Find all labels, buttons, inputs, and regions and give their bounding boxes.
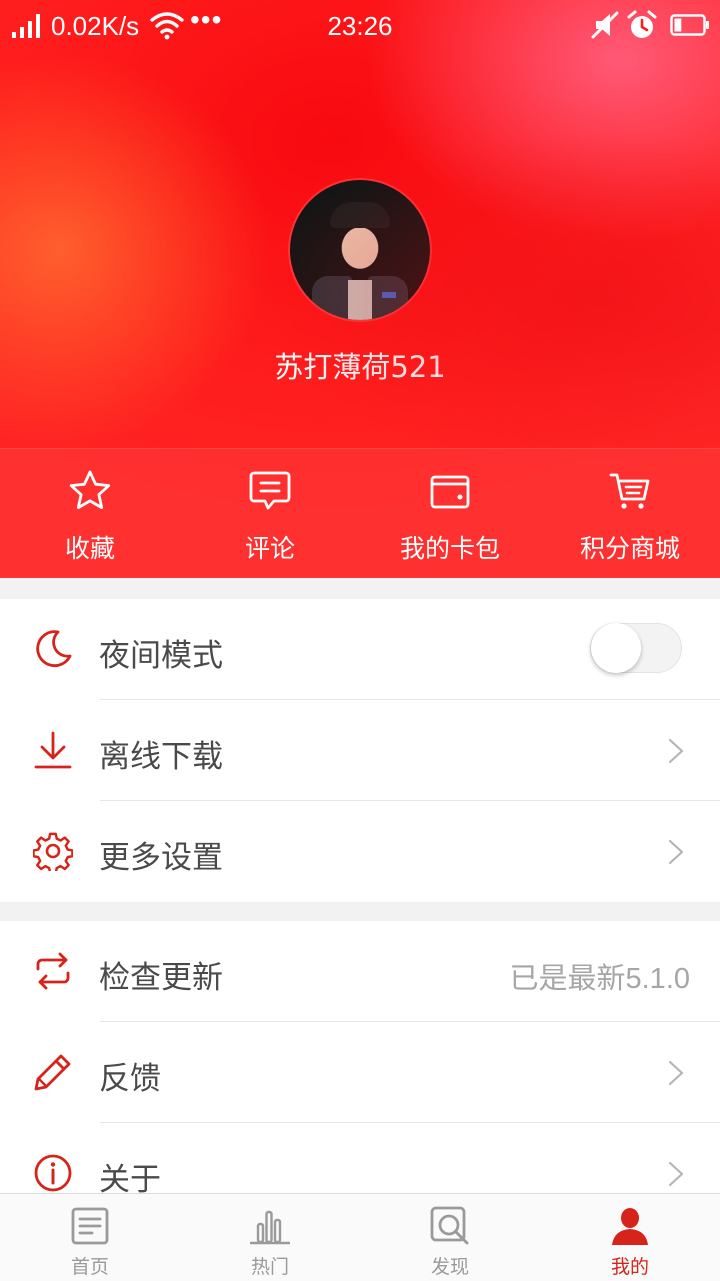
chevron-right-icon [668,839,684,865]
tab-label: 我的 [610,1256,649,1278]
avatar-figure-badge [382,292,396,298]
feedback-row[interactable]: 反馈 [0,1022,720,1123]
tab-hot[interactable]: 热门 [180,1194,360,1281]
check-update-label: 检查更新 [99,960,223,996]
tab-discover[interactable]: 发现 [360,1194,540,1281]
about-label: 关于 [99,1162,161,1193]
wallet-icon [430,475,470,509]
toggle-knob [591,623,641,673]
chevron-right-icon [668,738,684,764]
moon-icon [36,630,72,668]
about-row[interactable]: 关于 [0,1123,720,1193]
quick-action-label: 我的卡包 [399,534,500,563]
user-icon [612,1208,648,1245]
quick-actions-bar: 收藏 评论 我的卡包 积分商城 [0,448,720,578]
chart-icon [250,1210,290,1245]
chevron-right-icon [668,1060,684,1086]
info-icon [34,1154,72,1192]
quick-action-wallet[interactable]: 我的卡包 [360,449,540,578]
bottom-tab-bar: 首页 热门 发现 我的 [0,1193,720,1281]
quick-action-points-mall[interactable]: 积分商城 [540,449,720,578]
check-update-row[interactable]: 检查更新 已是最新5.1.0 [0,921,720,1022]
pencil-icon [34,1054,71,1091]
comment-icon [249,471,291,510]
quick-action-favorites[interactable]: 收藏 [0,449,180,578]
chevron-right-icon [668,1161,684,1187]
tab-label: 首页 [70,1256,109,1278]
discover-icon [430,1206,469,1245]
night-mode-toggle[interactable] [590,623,682,673]
version-number: 5.1.0 [625,963,691,995]
profile-header: 0.02K/s ••• 23:26 苏打薄荷521 收藏 评论 我的卡包 积分商… [0,0,720,578]
download-icon [34,731,72,769]
avatar[interactable] [290,180,430,320]
night-mode-label: 夜间模式 [99,638,223,674]
more-settings-row[interactable]: 更多设置 [0,801,720,902]
username[interactable]: 苏打薄荷521 [0,344,720,386]
avatar-figure-left [312,276,352,320]
quick-action-label: 评论 [244,534,295,563]
avatar-figure-right [368,276,408,320]
quick-action-label: 积分商城 [579,534,680,563]
tab-home[interactable]: 首页 [0,1194,180,1281]
avatar-figure-shirt [348,280,372,320]
news-icon [71,1207,109,1245]
gear-icon [33,832,73,871]
tab-label: 热门 [250,1256,289,1278]
alarm-icon [627,10,657,38]
battery-icon [670,14,709,36]
status-bar: 0.02K/s ••• 23:26 [0,0,720,52]
cart-icon [609,473,650,509]
update-status: 已是最新5.1.0 [509,955,690,997]
avatar-figure-cap [330,202,390,228]
offline-download-row[interactable]: 离线下载 [0,700,720,801]
offline-download-label: 离线下载 [99,739,223,775]
feedback-label: 反馈 [99,1061,161,1097]
update-status-text: 已是最新 [509,961,626,995]
tab-label: 发现 [430,1256,469,1278]
tab-mine[interactable]: 我的 [540,1194,720,1281]
night-mode-row[interactable]: 夜间模式 [0,599,720,700]
quick-action-label: 收藏 [64,534,115,563]
star-icon [69,470,111,509]
settings-group: 夜间模式 离线下载 更多设置 [0,599,720,902]
more-settings-label: 更多设置 [99,840,223,876]
mute-icon [591,11,619,39]
quick-action-comments[interactable]: 评论 [180,449,360,578]
info-group: 检查更新 已是最新5.1.0 反馈 关于 [0,921,720,1193]
refresh-icon [36,952,70,990]
